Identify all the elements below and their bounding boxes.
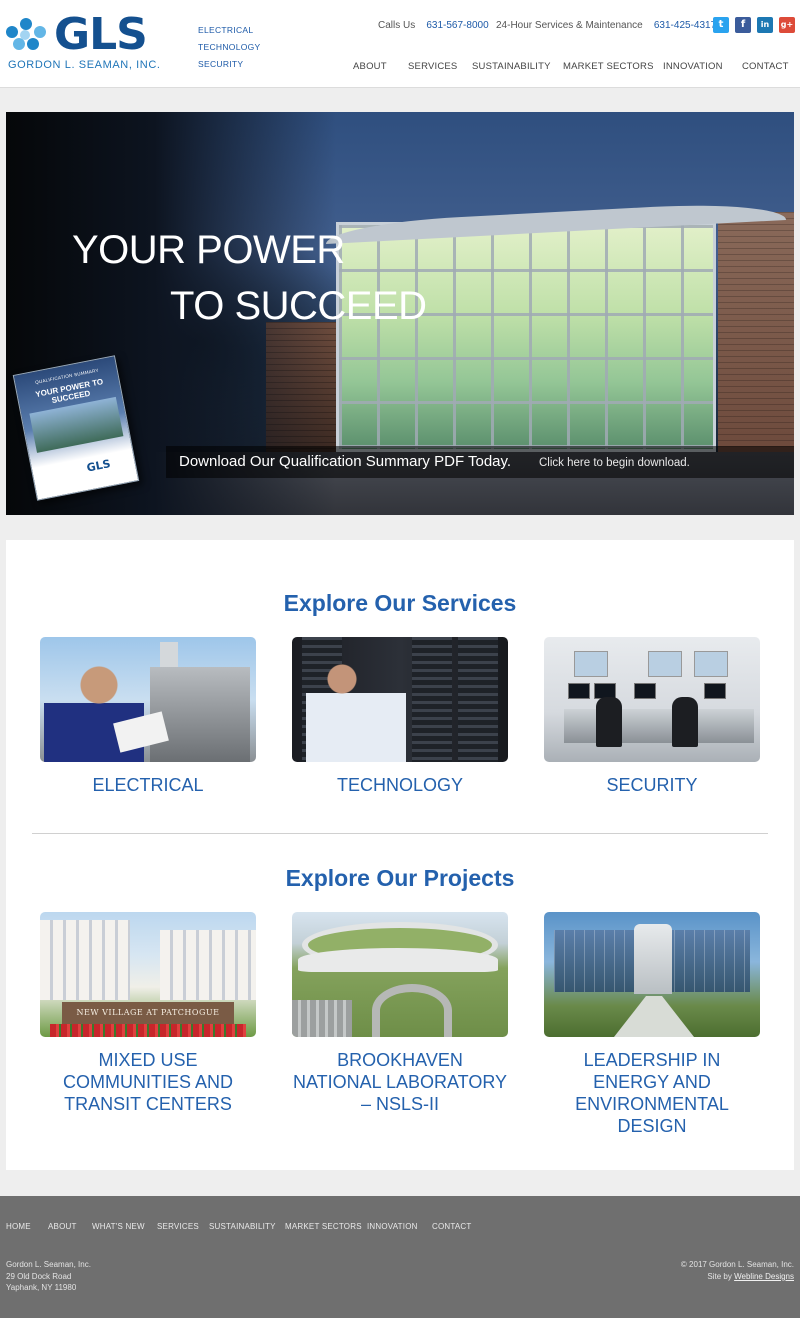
brookhaven-photo[interactable]	[292, 912, 508, 1037]
service-label-security[interactable]: SECURITY	[544, 774, 760, 796]
footer-nav-whats-new[interactable]: WHAT'S NEW	[92, 1222, 145, 1231]
tagline-security: SECURITY	[198, 59, 244, 69]
project-card-mixed-use[interactable]: NEW VILLAGE AT PATCHOGUE MIXED USE COMMU…	[40, 912, 256, 1115]
footer-street: 29 Old Dock Road	[6, 1271, 72, 1281]
nav-sustainability[interactable]: SUSTAINABILITY	[472, 61, 551, 72]
explore-panel: Explore Our Services ELECTRICAL TECHNOLO…	[6, 540, 794, 1170]
hero-cta-text: Download Our Qualification Summary PDF T…	[179, 453, 512, 470]
hero-banner[interactable]: YOUR POWER TO SUCCEED QUALIFICATION SUMM…	[6, 112, 794, 515]
project-card-leed[interactable]: LEADERSHIP IN ENERGY AND ENVIRONMENTAL D…	[544, 912, 760, 1137]
credit-prefix: Site by	[707, 1271, 735, 1281]
hero-title: YOUR POWER TO SUCCEED	[72, 222, 427, 334]
footer-nav-innovation[interactable]: INNOVATION	[367, 1222, 418, 1231]
footer-nav-services[interactable]: SERVICES	[157, 1222, 199, 1231]
logo-wordmark: GLS	[54, 9, 148, 60]
calls-label: Calls Us	[378, 20, 416, 31]
security-photo[interactable]	[544, 637, 760, 762]
leed-photo[interactable]	[544, 912, 760, 1037]
footer-city: Yaphank, NY 11980	[6, 1283, 77, 1292]
service-label-electrical[interactable]: ELECTRICAL	[40, 774, 256, 796]
linkedin-icon[interactable]: in	[757, 17, 773, 33]
tagline-technology: TECHNOLOGY	[198, 42, 261, 52]
hero-title-line2: TO SUCCEED	[170, 284, 427, 328]
footer-copyright: © 2017 Gordon L. Seaman, Inc.	[680, 1260, 794, 1269]
tagline-electrical: ELECTRICAL	[198, 25, 254, 35]
calls-contact: Calls Us 631-567-8000	[378, 20, 489, 31]
projects-title: Explore Our Projects	[285, 865, 515, 891]
webline-link[interactable]: Webline Designs	[734, 1272, 794, 1281]
nav-contact[interactable]: CONTACT	[742, 61, 789, 72]
site-header: GLS GORDON L. SEAMAN, INC. ELECTRICAL TE…	[0, 0, 800, 88]
brochure-logo: GLS	[85, 457, 112, 475]
footer-nav-sustainability[interactable]: SUSTAINABILITY	[209, 1222, 276, 1231]
download-link[interactable]: Click here to begin download.	[539, 457, 690, 469]
tagline: ELECTRICAL TECHNOLOGY SECURITY	[198, 22, 261, 73]
nav-market-sectors[interactable]: MARKET SECTORS	[563, 61, 654, 72]
googleplus-icon[interactable]: g+	[779, 17, 795, 33]
footer-legal: © 2017 Gordon L. Seaman, Inc. Site by We…	[681, 1259, 794, 1282]
nav-about[interactable]: ABOUT	[353, 61, 387, 72]
service-label-technology[interactable]: TECHNOLOGY	[292, 774, 508, 796]
service-phone-link[interactable]: 631-425-4317	[654, 20, 716, 31]
gls-logo[interactable]: GLS GORDON L. SEAMAN, INC.	[6, 10, 182, 74]
project-label-mixed-use[interactable]: MIXED USE COMMUNITIES AND TRANSIT CENTER…	[40, 1049, 256, 1115]
hero-title-line1: YOUR POWER	[72, 228, 345, 272]
nav-innovation[interactable]: INNOVATION	[663, 61, 723, 72]
site-footer: HOME ABOUT WHAT'S NEW SERVICES SUSTAINAB…	[0, 1196, 800, 1318]
facebook-icon[interactable]: f	[735, 17, 751, 33]
service-contact: 24-Hour Services & Maintenance 631-425-4…	[496, 20, 716, 31]
service-card-security[interactable]: SECURITY	[544, 637, 760, 796]
footer-nav-home[interactable]: HOME	[6, 1222, 31, 1231]
service-card-electrical[interactable]: ELECTRICAL	[40, 637, 256, 796]
footer-nav-about[interactable]: ABOUT	[48, 1222, 77, 1231]
calls-phone-link[interactable]: 631-567-8000	[426, 20, 488, 31]
footer-company: Gordon L. Seaman, Inc.	[6, 1260, 91, 1269]
twitter-icon[interactable]: t	[713, 17, 729, 33]
logo-company-name: GORDON L. SEAMAN, INC.	[8, 59, 161, 71]
service-card-technology[interactable]: TECHNOLOGY	[292, 637, 508, 796]
project-card-brookhaven[interactable]: BROOKHAVEN NATIONAL LABORATORY – NSLS-II	[292, 912, 508, 1115]
project-label-brookhaven[interactable]: BROOKHAVEN NATIONAL LABORATORY – NSLS-II	[292, 1049, 508, 1115]
technology-photo[interactable]	[292, 637, 508, 762]
footer-credit: Site by Webline Designs	[681, 1271, 794, 1283]
services-title: Explore Our Services	[283, 590, 517, 616]
service-label: 24-Hour Services & Maintenance	[496, 20, 643, 31]
project-label-leed[interactable]: LEADERSHIP IN ENERGY AND ENVIRONMENTAL D…	[544, 1049, 760, 1137]
mixed-use-photo[interactable]: NEW VILLAGE AT PATCHOGUE	[40, 912, 256, 1037]
logo-dots-icon	[6, 18, 52, 58]
footer-nav-contact[interactable]: CONTACT	[432, 1222, 471, 1231]
project-sign: NEW VILLAGE AT PATCHOGUE	[62, 1002, 234, 1024]
footer-nav-market-sectors[interactable]: MARKET SECTORS	[285, 1222, 362, 1231]
section-divider	[32, 833, 768, 834]
electrical-photo[interactable]	[40, 637, 256, 762]
footer-address: Gordon L. Seaman, Inc. 29 Old Dock Road …	[6, 1259, 91, 1294]
nav-services[interactable]: SERVICES	[408, 61, 457, 72]
